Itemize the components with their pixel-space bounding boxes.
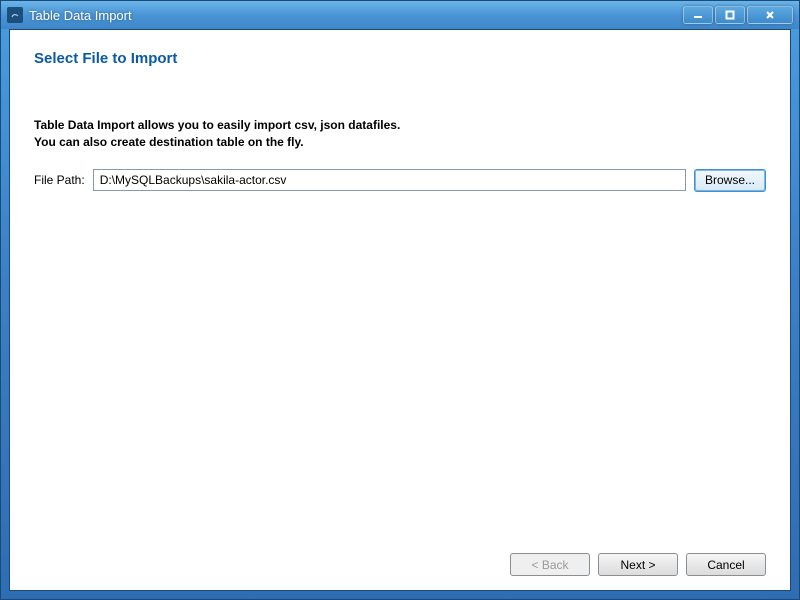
maximize-button[interactable] [715,6,745,24]
minimize-button[interactable] [683,6,713,24]
content-frame: Select File to Import Table Data Import … [9,29,791,591]
close-icon [765,10,775,20]
cancel-button[interactable]: Cancel [686,553,766,576]
back-button: < Back [510,553,590,576]
window-title: Table Data Import [29,8,681,23]
maximize-icon [725,10,735,20]
file-path-label: File Path: [34,173,85,187]
description-line1: Table Data Import allows you to easily i… [34,117,766,134]
window-frame: Table Data Import Select File to Import … [0,0,800,600]
browse-button[interactable]: Browse... [694,169,766,192]
page-title: Select File to Import [34,50,766,67]
file-path-input[interactable] [93,169,686,191]
description: Table Data Import allows you to easily i… [34,117,766,151]
footer-buttons: < Back Next > Cancel [34,553,766,576]
titlebar[interactable]: Table Data Import [1,1,799,29]
description-line2: You can also create destination table on… [34,134,766,151]
close-button[interactable] [747,6,793,24]
next-button[interactable]: Next > [598,553,678,576]
spacer [34,192,766,543]
app-icon [7,7,23,23]
window-controls [681,6,793,24]
content-area: Select File to Import Table Data Import … [10,30,790,590]
minimize-icon [693,10,703,20]
file-path-row: File Path: Browse... [34,169,766,192]
